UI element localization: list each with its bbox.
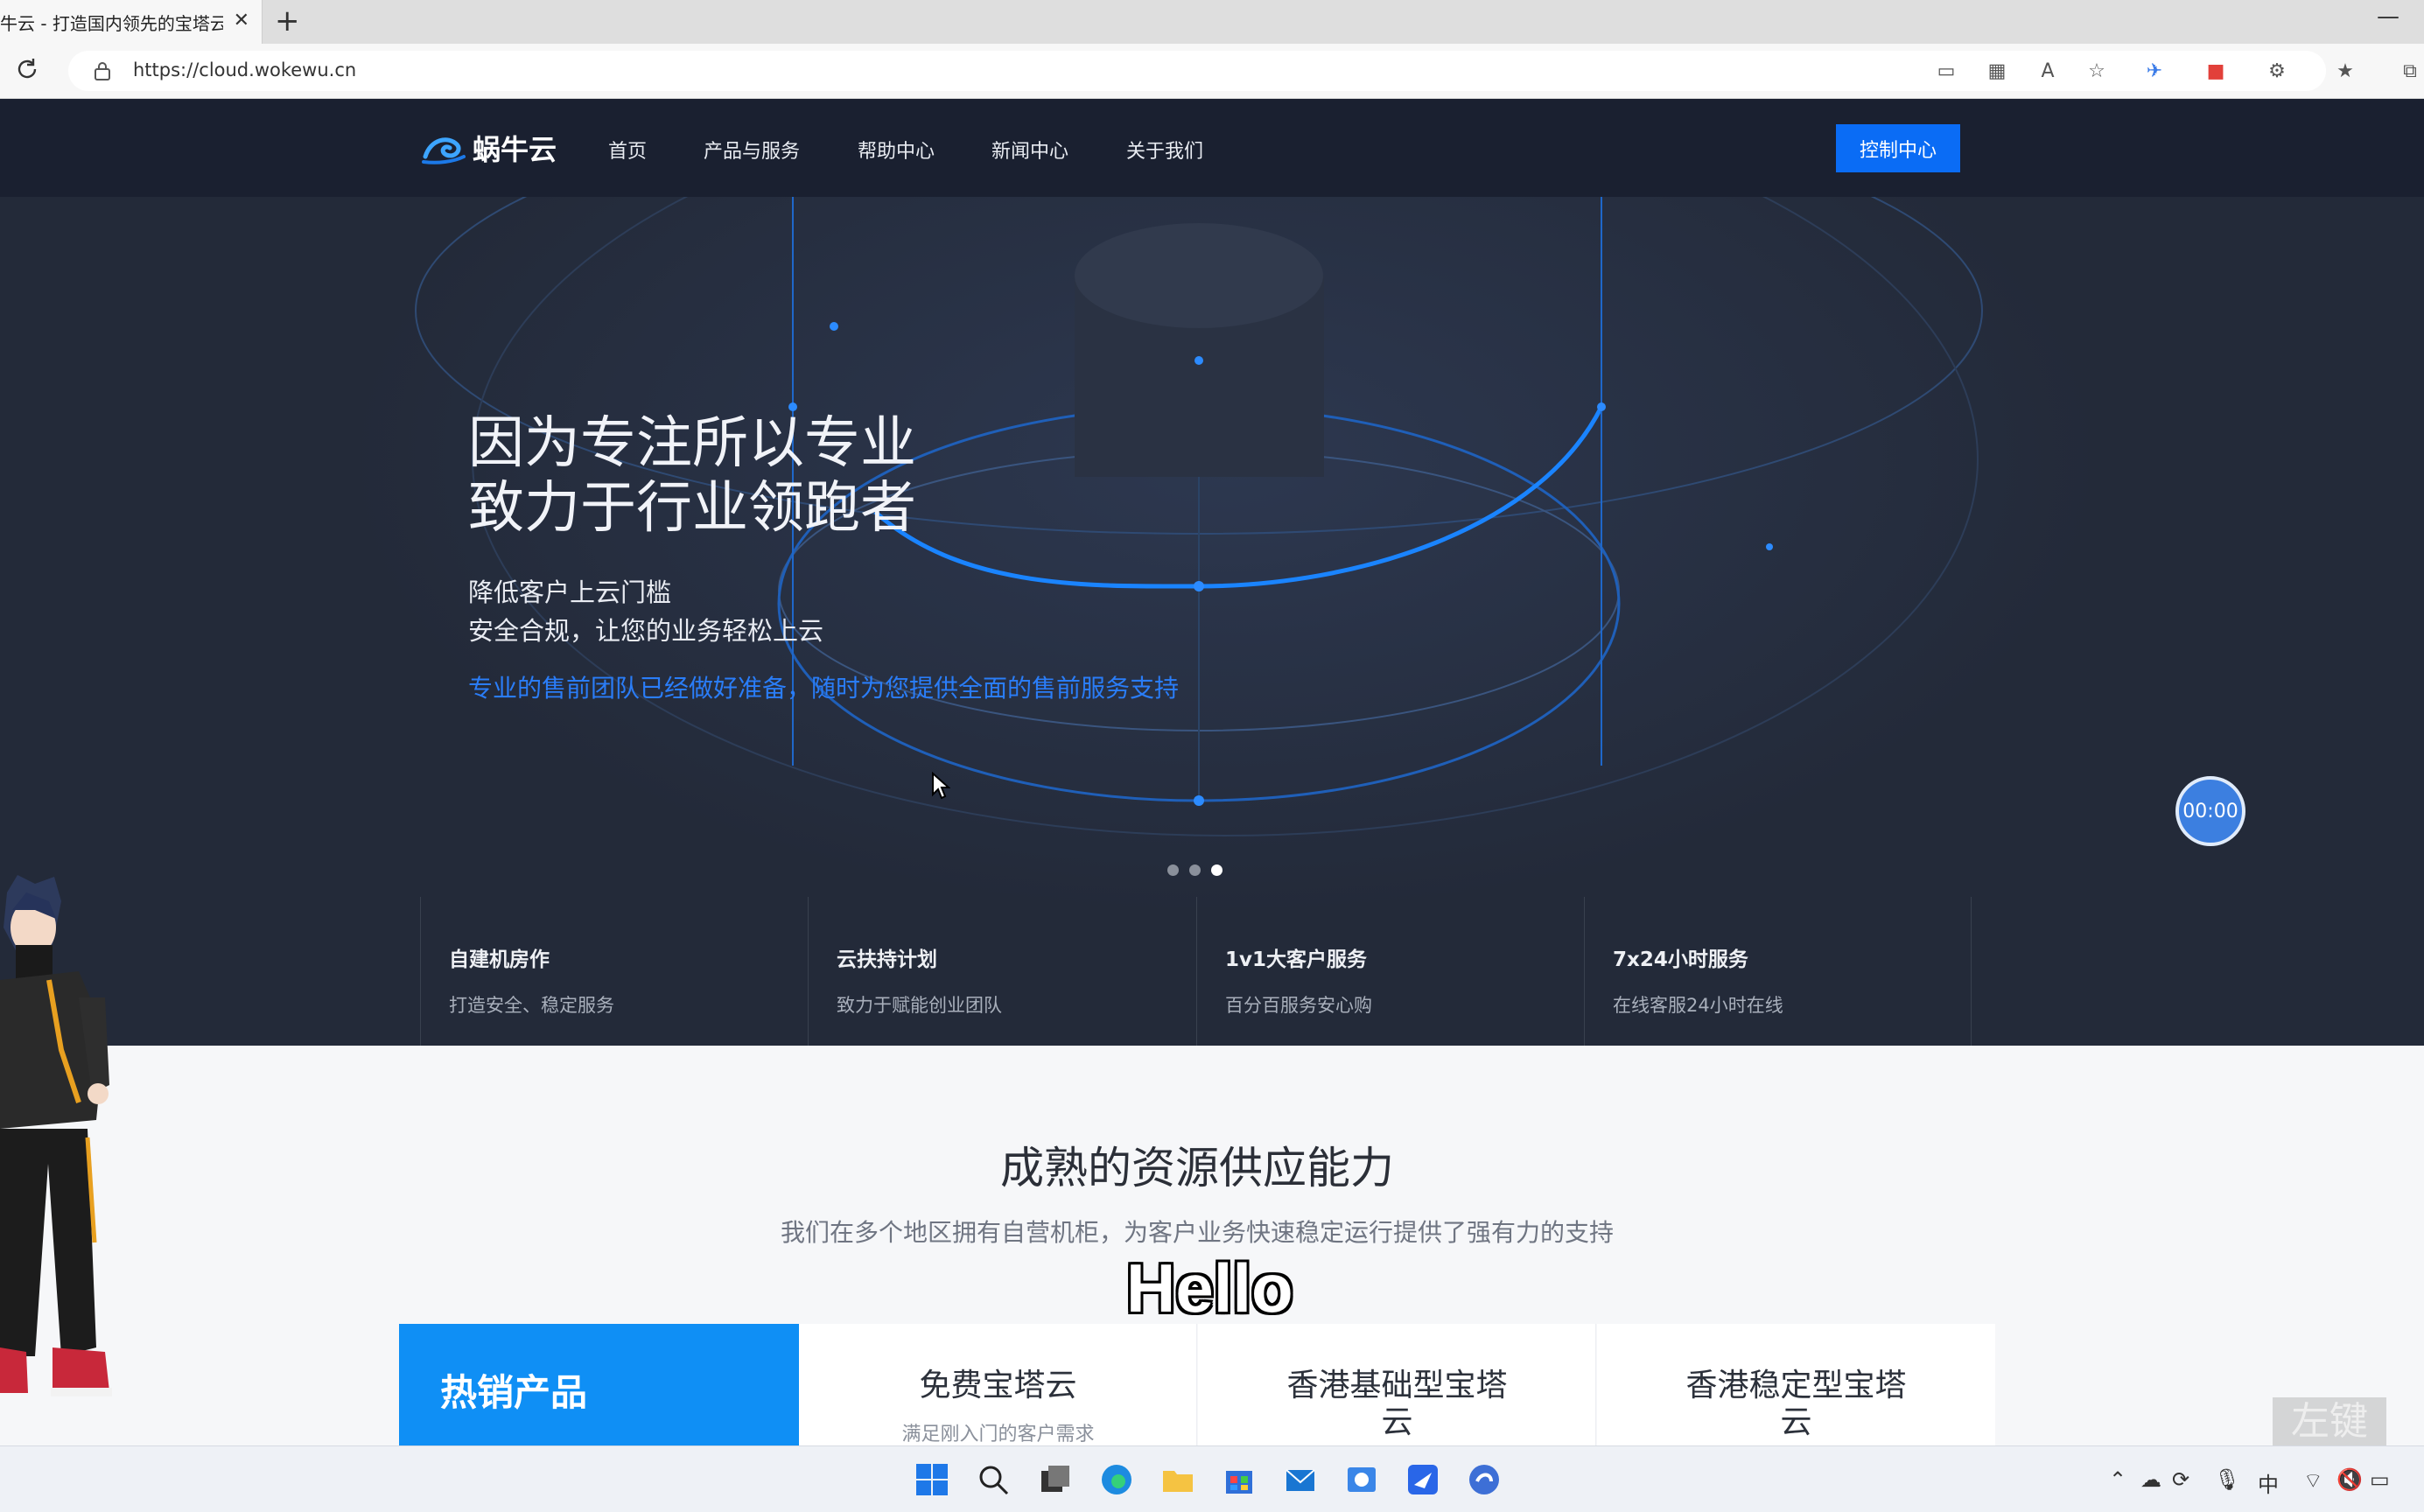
- sync-icon[interactable]: ⟳: [2172, 1467, 2189, 1492]
- qr-code-icon[interactable]: ▦: [1985, 60, 2009, 84]
- recording-timer[interactable]: 00:00: [2175, 776, 2245, 846]
- browser-tabbar: 牛云 - 打造国内领先的宝塔云 ✕ + —: [0, 0, 2424, 44]
- reading-view-icon[interactable]: ▭: [1934, 60, 1958, 84]
- hero-headline: 因为专注所以专业 致力于行业领跑者: [468, 411, 916, 541]
- hero-banner: 因为专注所以专业 致力于行业领跑者 降低客户上云门槛 安全合规，让您的业务轻松上…: [0, 197, 2424, 1046]
- console-button[interactable]: 控制中心: [1836, 124, 1960, 172]
- microphone-icon[interactable]: 🎙: [2214, 1467, 2240, 1492]
- collections-icon[interactable]: ⧉: [2398, 60, 2422, 84]
- extension-bird-icon[interactable]: ✈: [2142, 60, 2167, 84]
- nav-home[interactable]: 首页: [608, 136, 647, 164]
- product-card[interactable]: 免费宝塔云 满足刚入门的客户需求: [799, 1324, 1197, 1446]
- feature-title: 7x24小时服务: [1613, 948, 1748, 971]
- feature-desc: 打造安全、稳定服务: [449, 995, 614, 1016]
- feature-strip: 自建机房作 打造安全、稳定服务 云扶持计划 致力于赋能创业团队 1v1大客户服务…: [420, 897, 1973, 1046]
- screen: 牛云 - 打造国内领先的宝塔云 ✕ + — https://cloud.woke…: [0, 0, 2424, 1512]
- nav-products[interactable]: 产品与服务: [704, 136, 800, 164]
- feature-card[interactable]: 1v1大客户服务 百分百服务安心购: [1196, 897, 1584, 1046]
- app-circle-icon[interactable]: [1467, 1462, 1502, 1497]
- feature-card[interactable]: 自建机房作 打造安全、稳定服务: [420, 897, 808, 1046]
- extensions-icon[interactable]: ⚙: [2265, 60, 2289, 84]
- taskbar: ⌃ ☁ ⟳ 🎙 中 ⌔ 🔇 ▭: [0, 1446, 2424, 1512]
- ime-indicator[interactable]: 中: [2258, 1467, 2279, 1498]
- mouse-cursor-icon: [932, 772, 950, 800]
- tab-close-icon[interactable]: ✕: [234, 10, 249, 32]
- product-title: 香港基础型宝塔云: [1286, 1368, 1508, 1440]
- task-view-icon[interactable]: [1038, 1462, 1073, 1497]
- product-card[interactable]: 香港稳定型宝塔云: [1597, 1324, 1995, 1446]
- feature-card[interactable]: 7x24小时服务 在线客服24小时在线: [1584, 897, 1972, 1046]
- product-title: 香港稳定型宝塔云: [1685, 1368, 1907, 1440]
- lock-icon: [95, 62, 110, 80]
- url-text: https://cloud.wokewu.cn: [133, 60, 357, 80]
- nav-about[interactable]: 关于我们: [1126, 136, 1203, 164]
- feature-title: 云扶持计划: [837, 948, 937, 971]
- search-icon[interactable]: [976, 1462, 1011, 1497]
- minimize-icon[interactable]: —: [2377, 4, 2399, 30]
- mail-icon[interactable]: [1283, 1462, 1318, 1497]
- volume-muted-icon[interactable]: 🔇: [2336, 1467, 2363, 1492]
- feature-title: 自建机房作: [449, 948, 550, 971]
- photos-icon[interactable]: [1344, 1462, 1379, 1497]
- product-strip: 热销产品 免费宝塔云 满足刚入门的客户需求 香港基础型宝塔云 香港稳定型宝塔云: [399, 1324, 1995, 1446]
- nav-help[interactable]: 帮助中心: [858, 136, 935, 164]
- favorites-icon[interactable]: ★: [2333, 60, 2357, 84]
- product-desc: 满足刚入门的客户需求: [901, 1424, 1095, 1446]
- carousel-dot-active[interactable]: [1211, 864, 1223, 876]
- feature-title: 1v1大客户服务: [1225, 948, 1367, 971]
- tab-title: 牛云 - 打造国内领先的宝塔云: [0, 12, 223, 34]
- start-icon[interactable]: [914, 1462, 949, 1497]
- overlay-caption: Hello: [1126, 1250, 1293, 1326]
- resource-section: 成熟的资源供应能力 我们在多个地区拥有自营机柜，为客户业务快速稳定运行提供了强有…: [0, 1046, 2424, 1446]
- store-icon[interactable]: [1222, 1462, 1257, 1497]
- new-tab-icon[interactable]: +: [275, 5, 300, 37]
- site-nav: 蜗牛云 首页 产品与服务 帮助中心 新闻中心 关于我们 控制中心: [0, 99, 2424, 197]
- feature-card[interactable]: 云扶持计划 致力于赋能创业团队: [808, 897, 1195, 1046]
- watermark: 左键: [2273, 1397, 2386, 1446]
- file-explorer-icon[interactable]: [1160, 1462, 1195, 1497]
- carousel-dot[interactable]: [1189, 864, 1201, 876]
- site-logo[interactable]: 蜗牛云: [422, 125, 557, 171]
- reload-icon[interactable]: [14, 56, 40, 82]
- hero-subtitle: 降低客户上云门槛 安全合规，让您的业务轻松上云: [468, 578, 824, 646]
- read-aloud-icon[interactable]: A: [2035, 60, 2060, 84]
- vtuber-avatar: [0, 875, 112, 1396]
- feature-desc: 致力于赋能创业团队: [837, 995, 1002, 1016]
- tray-overflow-icon[interactable]: ⌃: [2109, 1467, 2126, 1492]
- feishu-icon[interactable]: [1405, 1462, 1440, 1497]
- hot-products-tab[interactable]: 热销产品: [399, 1324, 799, 1446]
- section-subtitle: 我们在多个地区拥有自营机柜，为客户业务快速稳定运行提供了强有力的支持: [780, 1218, 1614, 1247]
- onedrive-icon[interactable]: ☁: [2140, 1467, 2161, 1492]
- add-favorite-icon[interactable]: ☆: [2084, 60, 2109, 84]
- feature-desc: 百分百服务安心购: [1225, 995, 1372, 1016]
- product-card[interactable]: 香港基础型宝塔云: [1198, 1324, 1596, 1446]
- section-title: 成熟的资源供应能力: [1000, 1143, 1394, 1194]
- nav-news[interactable]: 新闻中心: [991, 136, 1068, 164]
- edge-browser-icon[interactable]: [1099, 1462, 1134, 1497]
- hot-products-label: 热销产品: [440, 1371, 588, 1414]
- browser-tab[interactable]: 牛云 - 打造国内领先的宝塔云 ✕: [0, 0, 263, 44]
- battery-icon[interactable]: ▭: [2370, 1467, 2390, 1492]
- carousel-dot[interactable]: [1167, 864, 1179, 876]
- feature-desc: 在线客服24小时在线: [1613, 995, 1783, 1016]
- wifi-icon[interactable]: ⌔: [2303, 1467, 2323, 1494]
- hero-presales-text: 专业的售前团队已经做好准备，随时为您提供全面的售前服务支持: [468, 674, 1180, 703]
- logo-text: 蜗牛云: [473, 133, 557, 166]
- product-title: 免费宝塔云: [919, 1368, 1077, 1404]
- carousel-dots: [1167, 864, 1233, 876]
- address-bar: https://cloud.wokewu.cn ▭ ▦ A ☆ ✈ ■ ⚙ ★ …: [0, 44, 2424, 99]
- logo-snail-icon: [422, 137, 466, 164]
- extension-red-icon[interactable]: ■: [2203, 60, 2228, 84]
